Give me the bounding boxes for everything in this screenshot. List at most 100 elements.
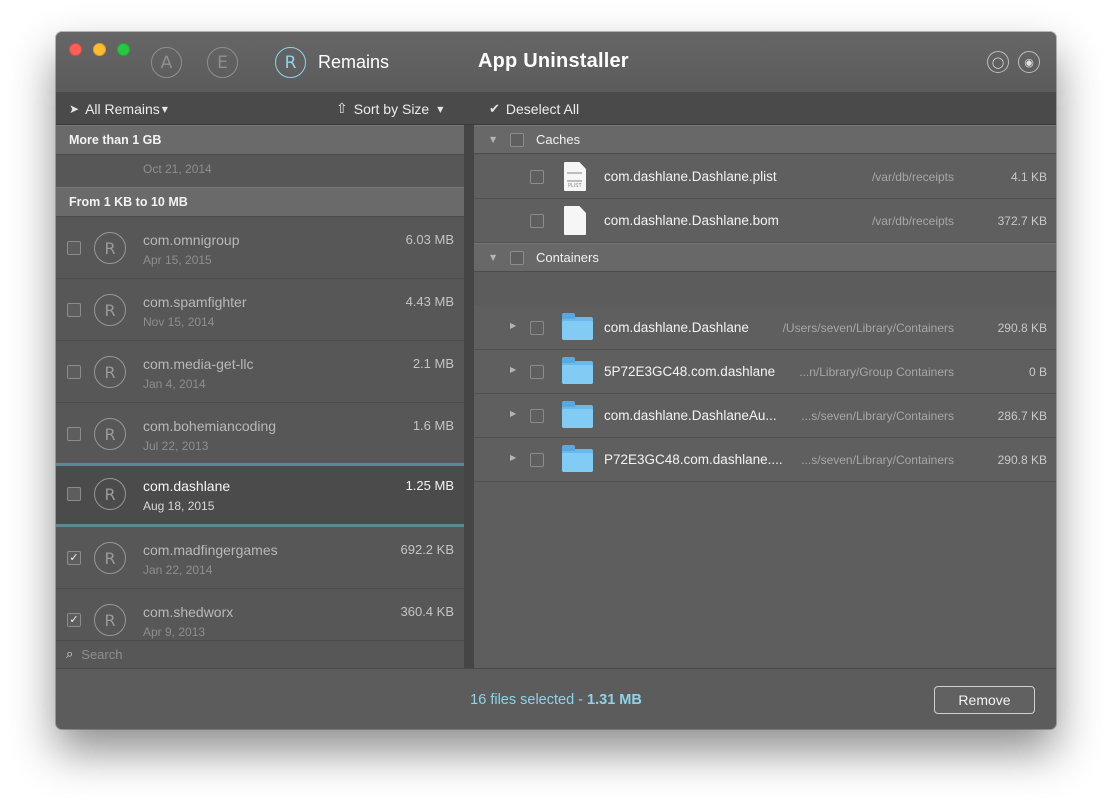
file-row[interactable]: ▶ 5P72E3GC48.com.dashlane ...n/Library/G… <box>474 350 1056 394</box>
file-row[interactable]: com.dashlane.Dashlane.bom /var/db/receip… <box>474 199 1056 243</box>
active-section-label[interactable]: Remains <box>318 52 389 73</box>
list-item[interactable]: R com.omnigroup Apr 15, 2015 6.03 MB <box>56 217 464 279</box>
file-name: com.dashlane.Dashlane.plist <box>604 169 777 184</box>
item-size: 6.03 MB <box>405 232 454 247</box>
toolbar: ➤ All Remains ▼ ⇧ Sort by Size ▼ ✔ Desel… <box>56 93 1056 125</box>
chevron-down-icon: ▼ <box>437 104 444 114</box>
filter-dropdown[interactable]: ➤ All Remains ▼ <box>69 93 168 125</box>
minimize-window-button[interactable] <box>93 43 106 56</box>
item-name: com.dashlane <box>143 478 231 494</box>
list-item[interactable]: R com.media-get-llc Jan 4, 2014 2.1 MB <box>56 341 464 403</box>
list-item-selected[interactable]: R com.dashlane Aug 18, 2015 1.25 MB <box>56 463 464 527</box>
zoom-window-button[interactable] <box>117 43 130 56</box>
file-name: com.dashlane.DashlaneAu... <box>604 408 777 423</box>
item-checkbox[interactable] <box>67 487 81 501</box>
disclosure-triangle-icon[interactable]: ▼ <box>490 126 496 154</box>
file-details-panel: ▼ Caches PLIST com.dashlane.Dashlane.pli… <box>474 125 1056 668</box>
search-input[interactable]: Search <box>81 647 122 662</box>
item-name: com.bohemiancoding <box>143 418 277 434</box>
search-bar[interactable]: ⌕ Search <box>56 640 464 668</box>
item-name: com.media-get-llc <box>143 356 254 372</box>
item-date: Apr 9, 2013 <box>143 625 206 639</box>
item-size: 1.25 MB <box>405 478 454 493</box>
item-size: 360.4 KB <box>400 604 455 619</box>
chat-bubble-icon[interactable]: ◯ <box>987 51 1009 73</box>
file-checkbox[interactable] <box>530 453 544 467</box>
file-name: 5P72E3GC48.com.dashlane <box>604 364 776 379</box>
category-header-caches[interactable]: ▼ Caches <box>474 125 1056 154</box>
item-size: 1.6 MB <box>412 418 454 433</box>
selection-status: 16 files selected - 1.31 MB <box>56 692 1056 708</box>
remains-app-icon: R <box>94 294 126 326</box>
item-checkbox[interactable]: ✓ <box>67 613 81 627</box>
remains-list[interactable]: More than 1 GB R Oct 21, 2014 More than … <box>56 125 464 668</box>
bottom-bar: 16 files selected - 1.31 MB Remove <box>56 668 1056 729</box>
file-row[interactable]: ▶ com.dashlane.DashlaneAu... ...s/seven/… <box>474 394 1056 438</box>
file-row[interactable]: ▶ P72E3GC48.com.dashlane.... ...s/seven/… <box>474 438 1056 482</box>
file-checkbox[interactable] <box>530 170 544 184</box>
disclosure-triangle-icon[interactable]: ▶ <box>510 453 516 462</box>
category-checkbox[interactable] <box>510 133 524 147</box>
rss-glyph: ◉ <box>1024 55 1034 69</box>
empty-area <box>474 482 1056 668</box>
location-arrow-icon: ➤ <box>69 102 80 116</box>
item-size: 4.43 MB <box>405 294 454 309</box>
file-checkbox[interactable] <box>530 409 544 423</box>
file-size: 290.8 KB <box>997 321 1047 335</box>
rss-icon[interactable]: ◉ <box>1018 51 1040 73</box>
item-checkbox[interactable] <box>67 241 81 255</box>
list-item[interactable]: ✓ R com.madfingergames Jan 22, 2014 692.… <box>56 527 464 589</box>
remains-app-icon: R <box>94 604 126 636</box>
disclosure-triangle-icon[interactable]: ▶ <box>510 409 516 418</box>
file-path: /var/db/receipts <box>871 214 954 228</box>
file-checkbox[interactable] <box>530 214 544 228</box>
disclosure-triangle-icon[interactable]: ▶ <box>510 365 516 374</box>
group-header-1kb-10mb: From 1 KB to 10 MB <box>56 187 464 217</box>
app-window: A E R Remains App Uninstaller ◯ ◉ ➤ All … <box>56 32 1056 729</box>
sort-dropdown[interactable]: ⇧ Sort by Size ▼ <box>336 93 443 125</box>
file-path: /Users/seven/Library/Containers <box>782 321 954 335</box>
remains-app-icon: R <box>94 478 126 510</box>
item-checkbox[interactable]: ✓ <box>67 551 81 565</box>
item-date: Oct 21, 2014 <box>143 162 212 176</box>
disclosure-triangle-icon[interactable]: ▼ <box>490 244 496 272</box>
extensions-icon[interactable]: E <box>207 47 238 78</box>
document-icon <box>564 206 586 235</box>
list-item[interactable]: R com.spamfighter Nov 15, 2014 4.43 MB <box>56 279 464 341</box>
file-name: P72E3GC48.com.dashlane.... <box>604 452 783 467</box>
sort-arrow-icon: ⇧ <box>336 101 348 117</box>
plist-file-icon: PLIST <box>564 162 586 191</box>
category-header-containers[interactable]: ▼ Containers <box>474 243 1056 272</box>
extensions-icon-glyph: E <box>217 52 228 73</box>
item-checkbox[interactable] <box>67 427 81 441</box>
folder-icon <box>562 357 593 384</box>
list-item[interactable]: R com.bohemiancoding Jul 22, 2013 1.6 MB <box>56 403 464 465</box>
file-size: 286.7 KB <box>997 409 1047 423</box>
category-label: Containers <box>536 250 599 265</box>
file-checkbox[interactable] <box>530 365 544 379</box>
item-checkbox[interactable] <box>67 303 81 317</box>
remains-icon[interactable]: R <box>275 47 306 78</box>
search-icon: ⌕ <box>66 647 74 662</box>
folder-icon <box>562 445 593 472</box>
item-date: Apr 15, 2015 <box>143 253 212 267</box>
category-checkbox[interactable] <box>510 251 524 265</box>
disclosure-triangle-icon[interactable]: ▶ <box>510 321 516 330</box>
file-checkbox[interactable] <box>530 321 544 335</box>
app-store-icon-glyph: A <box>160 52 173 73</box>
file-row[interactable]: PLIST com.dashlane.Dashlane.plist /var/d… <box>474 155 1056 199</box>
item-date: Aug 18, 2015 <box>143 499 215 513</box>
remains-app-icon: R <box>94 356 126 388</box>
file-name: com.dashlane.Dashlane.bom <box>604 213 779 228</box>
group-header-more-than-1gb: More than 1 GB <box>56 125 464 155</box>
item-checkbox[interactable] <box>67 365 81 379</box>
plist-file-icon-label: PLIST <box>568 183 582 189</box>
close-window-button[interactable] <box>69 43 82 56</box>
deselect-all-button[interactable]: ✔ Deselect All <box>489 93 579 125</box>
remove-button[interactable]: Remove <box>934 686 1035 714</box>
item-date: Jan 22, 2014 <box>143 563 213 577</box>
file-row[interactable]: ▶ com.dashlane.Dashlane /Users/seven/Lib… <box>474 306 1056 350</box>
panel-splitter[interactable] <box>464 125 474 668</box>
item-name: com.spamfighter <box>143 294 247 310</box>
app-store-icon[interactable]: A <box>151 47 182 78</box>
